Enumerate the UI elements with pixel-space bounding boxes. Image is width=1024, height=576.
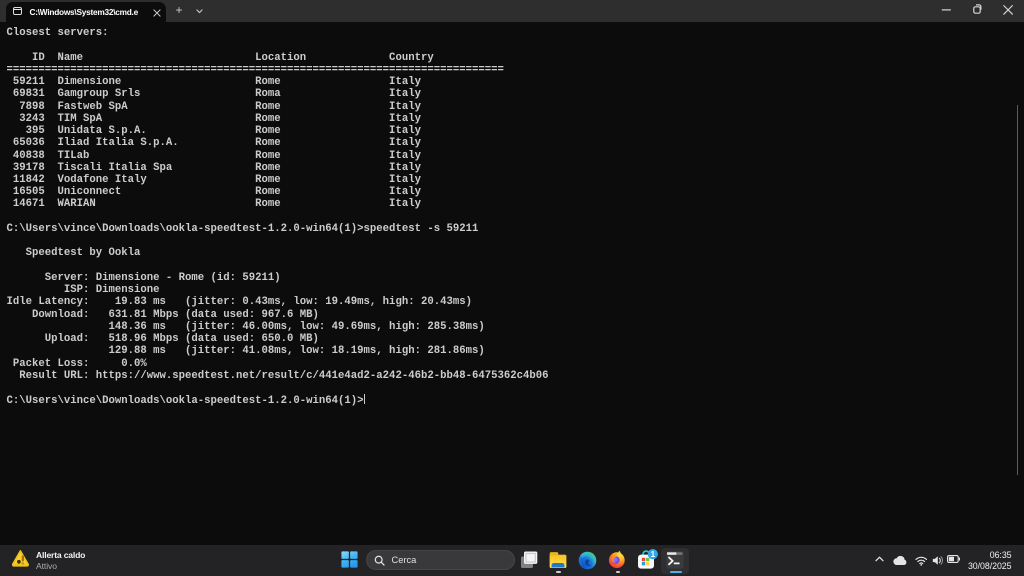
- svg-text:1: 1: [650, 549, 655, 558]
